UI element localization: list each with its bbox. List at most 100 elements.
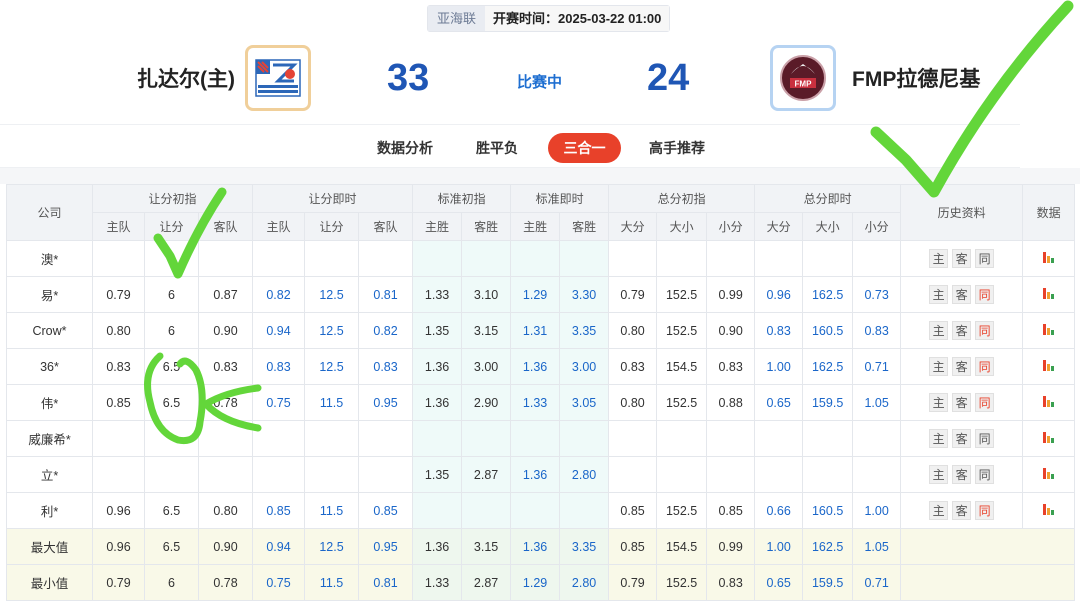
match-header: 亚海联 开赛时间：2025-03-22 01:00 扎达尔(主) 33 比赛中 … [0, 0, 1080, 124]
odds-cell: 160.5 [802, 312, 854, 349]
company-name[interactable]: 利* [6, 492, 93, 529]
odds-cell: 152.5 [656, 384, 708, 421]
sub-header: 让分 [144, 212, 199, 241]
company-name[interactable]: Crow* [6, 312, 93, 349]
odds-cell: 0.90 [197, 312, 254, 349]
company-header: 公司 [6, 184, 93, 241]
odds-cell [706, 240, 756, 277]
odds-cell [412, 420, 463, 457]
bar-chart-icon[interactable] [1042, 251, 1055, 263]
odds-cell [608, 240, 658, 277]
odds-cell: 0.85 [608, 492, 658, 529]
league-tag[interactable]: 亚海联 [428, 6, 486, 31]
odds-cell [608, 456, 658, 493]
odds-cell [92, 240, 145, 277]
history-home-button[interactable]: 主 [929, 429, 949, 448]
odds-cell: 0.80 [608, 312, 658, 349]
history-same-button[interactable]: 同 [975, 321, 995, 340]
company-name[interactable]: 威廉希* [6, 420, 93, 457]
odds-cell: 0.94 [252, 528, 306, 565]
data-cell [1022, 420, 1076, 457]
away-logo-lettering: FMP [795, 80, 813, 89]
odds-cell: 6 [144, 564, 199, 601]
history-home-button[interactable]: 主 [929, 285, 949, 304]
history-away-button[interactable]: 客 [952, 321, 972, 340]
history-same-button[interactable]: 同 [975, 429, 995, 448]
odds-cell: 2.90 [461, 384, 512, 421]
away-score: 24 [647, 57, 690, 99]
away-team-name[interactable]: FMP拉德尼基 [852, 63, 980, 93]
history-same-button[interactable]: 同 [975, 249, 995, 268]
history-same-button[interactable]: 同 [975, 357, 995, 376]
odds-cell: 0.79 [92, 276, 145, 313]
sub-header: 小分 [706, 212, 756, 241]
history-away-button[interactable]: 客 [952, 501, 972, 520]
match-info-bar: 亚海联 开赛时间：2025-03-22 01:00 [427, 5, 671, 32]
history-home-button[interactable]: 主 [929, 321, 949, 340]
odds-cell: 12.5 [304, 348, 360, 385]
odds-cell: 1.05 [852, 528, 902, 565]
odds-cell: 1.00 [852, 492, 902, 529]
company-name[interactable]: 易* [6, 276, 93, 313]
history-cell: 主客同 [900, 420, 1024, 457]
odds-cell: 0.88 [706, 384, 756, 421]
history-home-button[interactable]: 主 [929, 357, 949, 376]
tab-expert-picks[interactable]: 高手推荐 [649, 133, 705, 163]
odds-cell: 0.79 [608, 564, 658, 601]
odds-cell: 1.33 [412, 276, 463, 313]
odds-cell [656, 240, 708, 277]
history-away-button[interactable]: 客 [952, 429, 972, 448]
tab-data-analysis[interactable]: 数据分析 [377, 133, 433, 163]
bar-chart-icon[interactable] [1042, 287, 1055, 299]
odds-cell [510, 240, 561, 277]
company-name[interactable]: 澳* [6, 240, 93, 277]
company-name[interactable]: 36* [6, 348, 93, 385]
odds-cell: 0.78 [197, 384, 254, 421]
odds-cell: 1.35 [412, 456, 463, 493]
odds-cell: 0.80 [92, 312, 145, 349]
history-away-button[interactable]: 客 [952, 249, 972, 268]
history-home-button[interactable]: 主 [929, 249, 949, 268]
odds-cell: 0.83 [706, 348, 756, 385]
table-row: 利* 0.96 6.5 0.80 0.85 11.5 0.85 0.85 152.5 0.85 0.… [6, 492, 1076, 529]
bar-chart-icon[interactable] [1042, 467, 1055, 479]
history-home-button[interactable]: 主 [929, 465, 949, 484]
home-team-name[interactable]: 扎达尔(主) [137, 63, 235, 93]
history-same-button[interactable]: 同 [975, 285, 995, 304]
bar-chart-icon[interactable] [1042, 431, 1055, 443]
history-cell: 主客同 [900, 384, 1024, 421]
bar-chart-icon[interactable] [1042, 503, 1055, 515]
group-header: 标准即时 [510, 184, 610, 213]
history-home-button[interactable]: 主 [929, 393, 949, 412]
bar-chart-icon[interactable] [1042, 395, 1055, 407]
odds-cell: 0.83 [852, 312, 902, 349]
odds-cell: 1.29 [510, 276, 561, 313]
history-away-button[interactable]: 客 [952, 465, 972, 484]
history-same-button[interactable]: 同 [975, 393, 995, 412]
odds-cell: 1.33 [412, 564, 463, 601]
company-name[interactable]: 伟* [6, 384, 93, 421]
tab-three-in-one[interactable]: 三合一 [548, 133, 621, 163]
history-same-button[interactable]: 同 [975, 465, 995, 484]
odds-cell: 1.35 [412, 312, 463, 349]
history-away-button[interactable]: 客 [952, 357, 972, 376]
home-team-logo[interactable] [245, 45, 311, 111]
history-away-button[interactable]: 客 [952, 393, 972, 412]
company-name[interactable]: 立* [6, 456, 93, 493]
odds-cell: 11.5 [304, 384, 360, 421]
summary-empty-cell [900, 528, 1076, 565]
history-home-button[interactable]: 主 [929, 501, 949, 520]
history-away-button[interactable]: 客 [952, 285, 972, 304]
away-team-logo[interactable]: FMP [770, 45, 836, 111]
odds-cell: 2.87 [461, 564, 512, 601]
bar-chart-icon[interactable] [1042, 323, 1055, 335]
odds-cell: 152.5 [656, 276, 708, 313]
data-cell [1022, 240, 1076, 277]
odds-cell: 0.71 [852, 564, 902, 601]
bar-chart-icon[interactable] [1042, 359, 1055, 371]
odds-cell: 0.96 [754, 276, 804, 313]
table-row: 伟* 0.85 6.5 0.78 0.75 11.5 0.95 1.36 2.90 1.33 3.0… [6, 384, 1076, 421]
history-same-button[interactable]: 同 [975, 501, 995, 520]
odds-cell: 12.5 [304, 528, 360, 565]
tab-win-draw-lose[interactable]: 胜平负 [476, 133, 518, 163]
